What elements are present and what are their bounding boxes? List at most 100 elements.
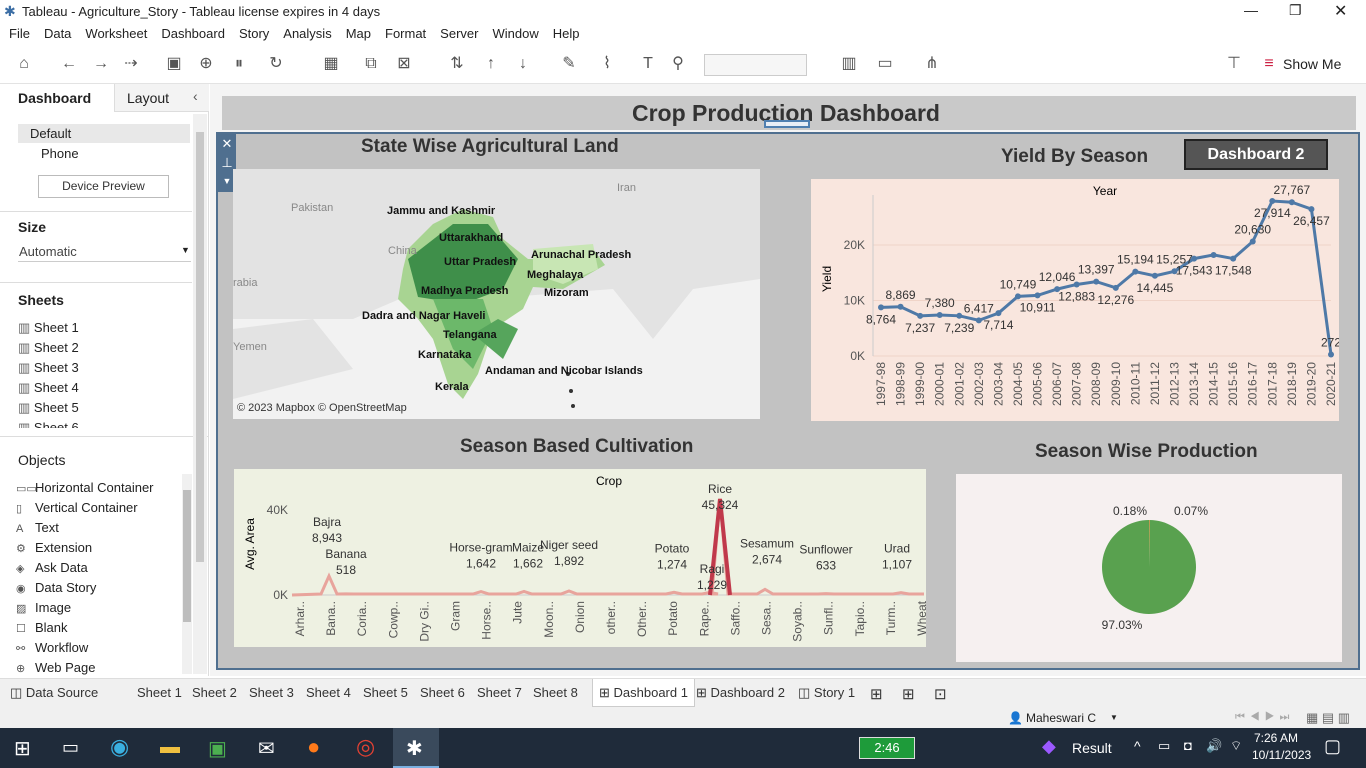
clear-icon[interactable]: ⊠ (393, 53, 415, 75)
sheet-item[interactable]: ▥ Sheet 4 (18, 380, 79, 396)
edge-icon[interactable]: ◉ (110, 734, 129, 760)
show-me-icon[interactable]: ≡ (1258, 53, 1280, 75)
tray-chevron-icon[interactable]: ^ (1134, 738, 1141, 754)
object-item[interactable]: ☐ Blank (16, 620, 68, 635)
view-grid-icon[interactable]: ▦ ▤ ▥ (1306, 710, 1350, 726)
collapse-icon[interactable]: ‹ (193, 88, 198, 104)
tab-story-1[interactable]: ◫ Story 1 (798, 685, 855, 701)
menu-story[interactable]: Story (232, 24, 276, 43)
tab-sheet-7[interactable]: Sheet 7 (477, 685, 522, 700)
menu-format[interactable]: Format (378, 24, 433, 43)
move-handle[interactable] (764, 120, 810, 128)
result-label[interactable]: Result (1072, 740, 1112, 756)
pause-icon[interactable]: ⏸ (228, 53, 250, 75)
device-phone[interactable]: Phone (41, 146, 79, 161)
object-item[interactable]: ◉ Data Story (16, 580, 96, 595)
device-default[interactable]: Default (18, 124, 190, 143)
duplicate-icon[interactable]: ⧉ (360, 53, 382, 75)
tab-layout[interactable]: Layout ‹ (114, 84, 209, 112)
nav-arrows-icon[interactable]: ⏮◀▶⏭ (1235, 711, 1294, 724)
battery-icon[interactable]: ▭ (1158, 738, 1170, 754)
sheet-item[interactable]: ▥ Sheet 2 (18, 340, 79, 356)
new-worksheet-icon[interactable]: ▦ (320, 53, 342, 75)
save-icon[interactable]: ▣ (163, 53, 185, 75)
refresh-icon[interactable]: ↻ (265, 53, 287, 75)
fit-select[interactable] (704, 54, 807, 76)
menu-server[interactable]: Server (433, 24, 485, 43)
pane-scrollbar[interactable] (193, 114, 207, 674)
wifi-icon[interactable]: ⌔ (1230, 738, 1242, 754)
object-item[interactable]: ◈ Ask Data (16, 560, 88, 575)
show-cards-icon[interactable]: ▥ (838, 53, 860, 75)
tab-data-source[interactable]: ◫ Data Source (10, 685, 98, 701)
user-name[interactable]: Maheswari C (1026, 711, 1096, 725)
season-cultivation-chart[interactable]: Crop Avg. Area 0K 40K Arhar.. Bana.. Coria.. Co… (234, 469, 929, 647)
sort-asc-icon[interactable]: ↑ (480, 53, 502, 75)
object-item[interactable]: ⚯ Workflow (16, 640, 88, 655)
object-item[interactable]: ▭▭Horizontal Container (16, 480, 154, 495)
volume-icon[interactable]: 🔊 (1206, 738, 1222, 754)
text-icon[interactable]: T (637, 53, 659, 75)
chrome-icon[interactable]: ◎ (356, 734, 375, 760)
object-item[interactable]: ▯ Vertical Container (16, 500, 138, 515)
device-preview-button[interactable]: Device Preview (38, 175, 169, 198)
result-icon[interactable]: ◆ (1042, 736, 1056, 757)
tab-sheet-2[interactable]: Sheet 2 (192, 685, 237, 700)
new-dashboard-icon[interactable]: ⊞ (902, 685, 915, 703)
user-chevron-icon[interactable]: ▼ (1110, 713, 1118, 722)
file-explorer-icon[interactable]: ▬ (160, 736, 180, 759)
sheet-item[interactable]: ▥ Sheet 5 (18, 400, 79, 416)
sheet-item[interactable]: ▥ Sheet 1 (18, 320, 79, 336)
tab-sheet-5[interactable]: Sheet 5 (363, 685, 408, 700)
minimize-icon[interactable]: — (1244, 2, 1258, 18)
menu-file[interactable]: File (2, 24, 37, 43)
battery-widget[interactable]: 2:46 (859, 737, 915, 759)
show-me-button[interactable]: Show Me (1283, 56, 1341, 72)
new-sheet-icon[interactable]: ⊞ (870, 685, 883, 703)
store-icon[interactable]: ▣ (208, 736, 227, 761)
undo-icon[interactable]: ← (58, 53, 80, 75)
menu-worksheet[interactable]: Worksheet (78, 24, 154, 43)
menu-data[interactable]: Data (37, 24, 78, 43)
sheet-item[interactable]: ▥ Sheet 6 (18, 420, 79, 428)
yield-chart[interactable]: Year Yield 0K 10K 20K 8,764 1997-98 8,869 1998-9… (811, 179, 1341, 421)
close-icon[interactable]: ✕ (1334, 1, 1347, 21)
swap-icon[interactable]: ⇅ (446, 53, 468, 75)
task-view-icon[interactable]: ▭ (62, 737, 79, 758)
object-item[interactable]: ⚙ Extension (16, 540, 92, 555)
restore-icon[interactable]: ❐ (1289, 2, 1302, 19)
menu-analysis[interactable]: Analysis (276, 24, 338, 43)
season-production-chart[interactable]: 0.18% 0.07% 97.03% (956, 474, 1342, 662)
menu-map[interactable]: Map (339, 24, 378, 43)
tab-sheet-6[interactable]: Sheet 6 (420, 685, 465, 700)
dashboard-2-button[interactable]: Dashboard 2 (1184, 139, 1328, 170)
remove-icon[interactable]: ✕ (218, 134, 236, 154)
format-painter-icon[interactable]: ⊤ (1223, 53, 1245, 75)
india-map[interactable]: Iran Pakistan China rabia Yemen Jammu and Kas… (233, 169, 760, 419)
object-item[interactable]: ⊕ Web Page (16, 660, 95, 675)
tab-sheet-8[interactable]: Sheet 8 (533, 685, 578, 700)
new-datasource-icon[interactable]: ⊕ (195, 53, 217, 75)
menu-window[interactable]: Window (485, 24, 545, 43)
tab-sheet-1[interactable]: Sheet 1 (137, 685, 182, 700)
sort-desc-icon[interactable]: ↓ (512, 53, 534, 75)
menu-dashboard[interactable]: Dashboard (154, 24, 232, 43)
object-item[interactable]: ▨ Image (16, 600, 71, 615)
presentation-icon[interactable]: ▭ (874, 53, 896, 75)
redo-icon[interactable]: → (90, 53, 112, 75)
tab-dashboard-1[interactable]: ⊞ Dashboard 1 (592, 679, 695, 707)
highlight-icon[interactable]: ✎ (558, 53, 580, 75)
tab-sheet-4[interactable]: Sheet 4 (306, 685, 351, 700)
attach-icon[interactable]: ⌇ (596, 53, 618, 75)
pin-icon[interactable]: ⚲ (667, 53, 689, 75)
tab-sheet-3[interactable]: Sheet 3 (249, 685, 294, 700)
notification-icon[interactable]: ▢ (1324, 736, 1341, 757)
size-select[interactable]: Automatic ▼ (18, 242, 191, 262)
home-icon[interactable]: ⌂ (13, 53, 35, 75)
clock-time[interactable]: 7:26 AM (1254, 731, 1298, 745)
tab-dashboard-2[interactable]: ⊞ Dashboard 2 (696, 685, 785, 701)
menu-help[interactable]: Help (546, 24, 587, 43)
mail-icon[interactable]: ✉ (258, 736, 275, 761)
firefox-icon[interactable]: ● (307, 734, 320, 760)
objects-scrollbar[interactable] (182, 474, 192, 674)
